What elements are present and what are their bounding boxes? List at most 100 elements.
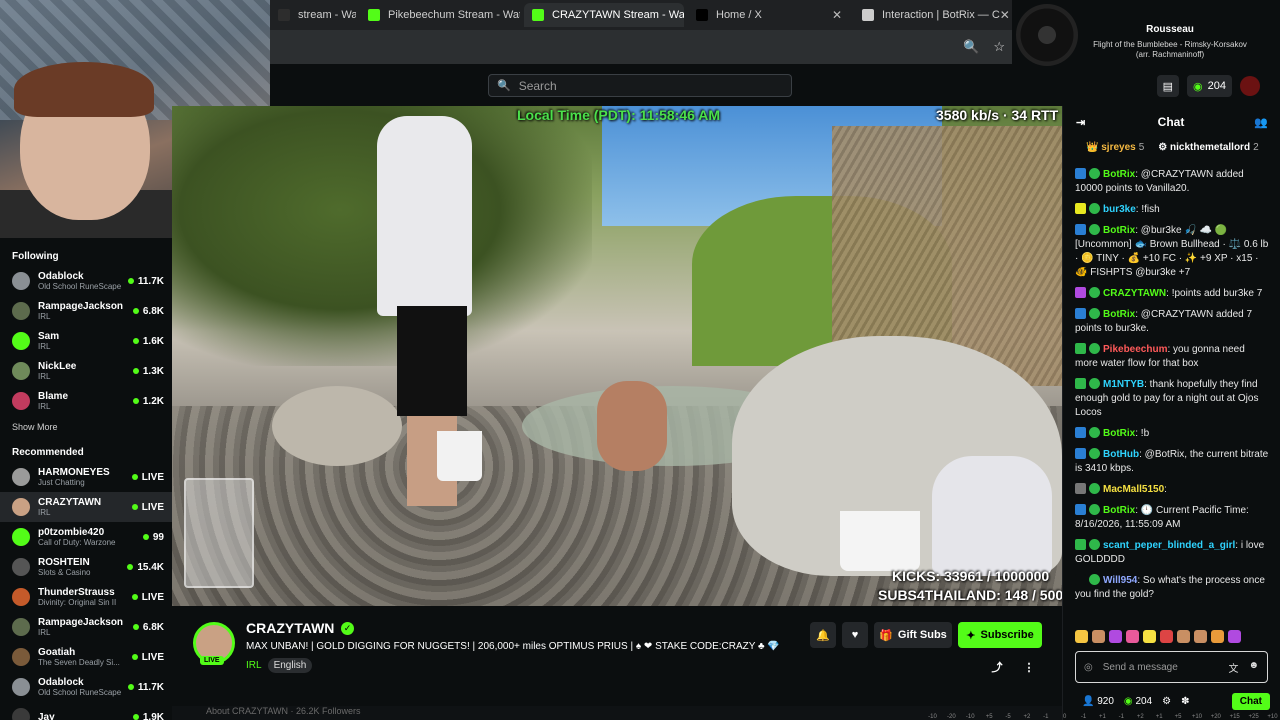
viewer-count: 6.8K bbox=[142, 621, 164, 633]
chat-username[interactable]: BotRix bbox=[1103, 169, 1135, 180]
chat-username[interactable]: BotRix bbox=[1103, 505, 1135, 516]
channel-text: RampageJackson IRL bbox=[38, 301, 133, 321]
viewer-count: 1.2K bbox=[142, 395, 164, 407]
emote-icon[interactable] bbox=[1109, 630, 1122, 643]
live-dot-icon bbox=[127, 684, 134, 690]
live-dot-icon bbox=[131, 654, 138, 660]
sidebar-channel-item[interactable]: Blame IRL 1.2K bbox=[0, 386, 172, 416]
music-widget bbox=[1012, 0, 1280, 72]
sidebar-channel-item[interactable]: Odablock Old School RuneScape 11.7K bbox=[0, 672, 172, 702]
close-tab-icon[interactable]: ✕ bbox=[832, 8, 842, 22]
emote-icon[interactable] bbox=[1177, 630, 1190, 643]
leaderboard-item[interactable]: 👑 sjreyes 5 bbox=[1086, 142, 1144, 153]
sidebar-channel-item[interactable]: Sam IRL 1.6K bbox=[0, 326, 172, 356]
emote-icon[interactable] bbox=[1143, 630, 1156, 643]
channel-viewer-count: 1.9K bbox=[132, 712, 164, 720]
emote-icon[interactable] bbox=[1228, 630, 1241, 643]
points-button[interactable]: ◉ 204 bbox=[1187, 75, 1232, 97]
chat-username[interactable]: BotHub bbox=[1103, 449, 1139, 460]
chat-username[interactable]: BotRix bbox=[1103, 428, 1135, 439]
emote-icon[interactable] bbox=[1211, 630, 1224, 643]
more-options-button[interactable]: ⋮ bbox=[1016, 656, 1042, 678]
sidebar-channel-item[interactable]: p0tzombie420 Call of Duty: Warzone 99 bbox=[0, 522, 172, 552]
channel-category: The Seven Deadly Si... bbox=[38, 658, 120, 667]
emote-icon[interactable] bbox=[1092, 630, 1105, 643]
tab-label: Interaction | BotRix — C bbox=[882, 9, 1000, 21]
chat-text: : bbox=[1164, 484, 1167, 495]
chat-username[interactable]: Will954 bbox=[1103, 575, 1137, 586]
chat-message: Will954: So what's the process once you … bbox=[1075, 574, 1270, 602]
browser-tab[interactable]: Interaction | BotRix — C ✕ bbox=[854, 3, 1010, 27]
music-artist: Rousseau bbox=[1146, 24, 1194, 35]
sidebar-channel-item[interactable]: RampageJackson IRL 6.8K bbox=[0, 612, 172, 642]
category-link[interactable]: IRL bbox=[246, 660, 262, 671]
browser-tab[interactable]: stream - Watch✕ bbox=[270, 3, 356, 27]
verified-badge-icon bbox=[1089, 504, 1100, 515]
meter-label: +5 bbox=[985, 714, 993, 720]
chat-username[interactable]: M1NTYB bbox=[1103, 379, 1144, 390]
channel-name: p0tzombie420 bbox=[38, 527, 105, 538]
subscribe-label: Subscribe bbox=[980, 629, 1034, 641]
viewer-count: 11.7K bbox=[137, 681, 164, 693]
sidebar-channel-item[interactable]: CRAZYTAWN IRL LIVE bbox=[0, 492, 172, 522]
close-tab-icon[interactable]: ✕ bbox=[1000, 8, 1010, 22]
leaderboard-name: sjreyes bbox=[1101, 142, 1136, 153]
user-badge-icon bbox=[1075, 574, 1086, 585]
chat-username[interactable]: CRAZYTAWN bbox=[1103, 288, 1166, 299]
meter-label: -20 bbox=[947, 714, 956, 720]
chat-username[interactable]: Pikebeechum bbox=[1103, 344, 1167, 355]
emote-icon[interactable] bbox=[1160, 630, 1173, 643]
chat-username[interactable]: BotRix bbox=[1103, 309, 1135, 320]
notification-bell-button[interactable]: 🔔 bbox=[810, 622, 836, 648]
user-avatar[interactable] bbox=[1240, 76, 1260, 96]
gift-subs-button[interactable]: 🎁 Gift Subs bbox=[874, 622, 952, 648]
subscribe-button[interactable]: ✦ Subscribe bbox=[958, 622, 1042, 648]
collapse-chat-icon[interactable]: ⇥ bbox=[1076, 116, 1085, 129]
translate-icon[interactable]: 文 bbox=[1228, 660, 1238, 675]
sidebar-channel-item[interactable]: HARMONEYES Just Chatting LIVE bbox=[0, 462, 172, 492]
chat-username[interactable]: MacMall5150 bbox=[1103, 484, 1164, 495]
search-input[interactable]: 🔍 Search bbox=[488, 74, 792, 97]
channel-category: IRL bbox=[38, 628, 51, 637]
language-tag[interactable]: English bbox=[267, 658, 313, 673]
bookmark-star-icon[interactable]: ☆ bbox=[993, 39, 1005, 55]
chat-username[interactable]: bur3ke bbox=[1103, 204, 1136, 215]
album-cover bbox=[1016, 4, 1078, 66]
following-heading: Following bbox=[12, 250, 59, 262]
show-more-link[interactable]: Show More bbox=[0, 416, 172, 438]
chat-username[interactable]: BotRix bbox=[1103, 225, 1135, 236]
sidebar-channel-item[interactable]: RampageJackson IRL 6.8K bbox=[0, 296, 172, 326]
emote-bar[interactable] bbox=[1075, 630, 1270, 646]
leaderboard-item[interactable]: ⚙ nickthemetallord 2 bbox=[1158, 142, 1258, 153]
emoji-icon[interactable]: ☻ bbox=[1248, 660, 1259, 675]
more-icon: ⋮ bbox=[1023, 661, 1035, 674]
chat-username[interactable]: scant_peper_blinded_a_girl bbox=[1103, 540, 1235, 551]
sidebar-channel-item[interactable]: Goatiah The Seven Deadly Si... LIVE bbox=[0, 642, 172, 672]
emote-icon[interactable] bbox=[1075, 630, 1088, 643]
sidebar-channel-item[interactable]: NickLee IRL 1.3K bbox=[0, 356, 172, 386]
meter-label: +2 bbox=[1023, 714, 1031, 720]
zoom-icon[interactable]: 🔍 bbox=[963, 39, 979, 55]
verified-badge-icon bbox=[1089, 539, 1100, 550]
emote-icon[interactable] bbox=[1194, 630, 1207, 643]
video-player[interactable] bbox=[172, 106, 1062, 606]
chat-users-icon[interactable]: 👥 bbox=[1254, 116, 1268, 129]
browser-tab[interactable]: Pikebeechum Stream - Watc✕ bbox=[360, 3, 520, 27]
user-badge-icon bbox=[1075, 203, 1086, 214]
sidebar-channel-item[interactable]: Jay 1.9K bbox=[0, 702, 172, 720]
browser-tab[interactable]: CRAZYTAWN Stream - Watc✕ bbox=[524, 3, 684, 27]
follow-heart-button[interactable]: ♥ bbox=[842, 622, 868, 648]
sidebar-channel-item[interactable]: ThunderStrauss Divinity: Original Sin II L… bbox=[0, 582, 172, 612]
channel-name[interactable]: CRAZYTAWN bbox=[246, 620, 334, 636]
viewer-count: 1.3K bbox=[142, 365, 164, 377]
chat-message-input[interactable]: ◎ Send a message 文 ☻ bbox=[1075, 651, 1268, 683]
emote-icon[interactable] bbox=[1126, 630, 1139, 643]
meter-label: +15 bbox=[1229, 714, 1240, 720]
sidebar-channel-item[interactable]: Odablock Old School RuneScape 11.7K bbox=[0, 266, 172, 296]
sidebar-channel-item[interactable]: ROSHTEIN Slots & Casino 15.4K bbox=[0, 552, 172, 582]
subs-goal-overlay: SUBS4THAILAND: 148 / 500 bbox=[878, 587, 1064, 603]
user-badge-icon bbox=[1075, 427, 1086, 438]
layout-button[interactable]: ▤ bbox=[1156, 75, 1180, 97]
browser-tab[interactable]: Home / X ✕ bbox=[688, 3, 850, 27]
share-button[interactable]: ⤴ bbox=[984, 656, 1010, 678]
